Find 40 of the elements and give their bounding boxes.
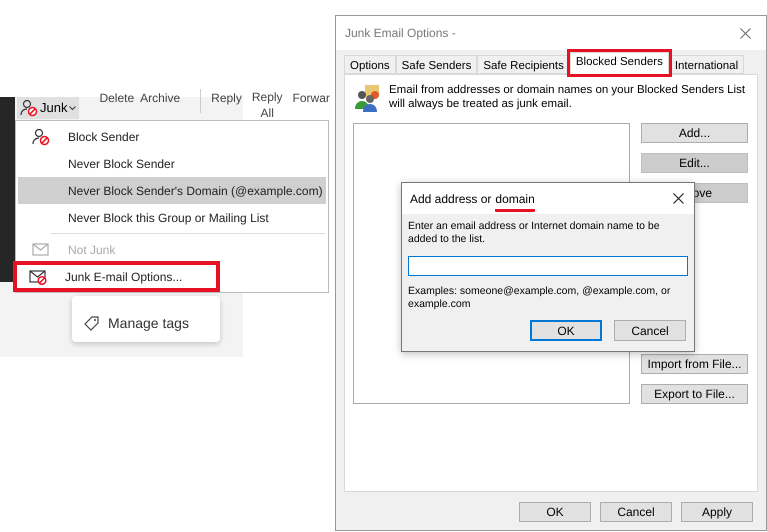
menu-item[interactable]: Never Block Sender's Domain (@example.com) xyxy=(18,177,326,204)
dialog-button[interactable]: Cancel xyxy=(614,320,686,341)
blocked-user-icon xyxy=(32,128,50,146)
examples-text: Examples: someone@example.com, @example.com, or example.com xyxy=(408,285,672,311)
ribbon-command[interactable]: All xyxy=(260,105,274,121)
dialog-button[interactable]: Add... xyxy=(641,123,748,143)
menu-item[interactable]: Block Sender xyxy=(18,123,326,150)
ribbon-command[interactable]: Delete xyxy=(99,89,134,107)
tab[interactable]: Options xyxy=(344,55,396,74)
dialog-button[interactable]: Import from File... xyxy=(641,354,748,374)
tag-icon xyxy=(84,315,100,331)
description-text: Email from addresses or domain names on your Blocked Senders List will always be treated as junk email. xyxy=(389,83,746,112)
ribbon-command[interactable]: Forwar xyxy=(292,89,330,113)
blocked-user-icon xyxy=(20,99,38,117)
menu-item[interactable]: Junk E-mail Options... xyxy=(15,263,218,290)
mail-icon xyxy=(32,242,50,258)
window-title: Junk Email Options - xyxy=(345,25,456,42)
menu-item[interactable]: Never Block Sender xyxy=(18,150,326,177)
tab[interactable]: Blocked Senders xyxy=(570,52,669,74)
address-field[interactable] xyxy=(408,256,688,276)
ribbon-command[interactable]: Archive xyxy=(140,89,180,107)
ribbon-command[interactable]: Reply xyxy=(211,89,242,113)
dialog-button[interactable]: Cancel xyxy=(600,502,672,522)
menu-item[interactable]: Never Block this Group or Mailing List xyxy=(18,204,326,231)
dialog-button[interactable]: OK xyxy=(530,320,602,341)
prompt-text: Enter an email address or Internet domain name to be added to the list. xyxy=(408,220,661,246)
dialog-title: Add address or xyxy=(410,190,492,208)
tab[interactable]: Safe Senders xyxy=(396,55,478,74)
blocked-mail-icon xyxy=(29,268,47,284)
junk-button[interactable]: Junk xyxy=(17,97,80,119)
dialog-button[interactable]: Apply xyxy=(681,502,753,522)
dialog-button[interactable]: Export to File... xyxy=(641,384,748,404)
tab[interactable]: Safe Recipients xyxy=(477,55,570,74)
dialog-button[interactable]: OK xyxy=(519,502,591,522)
caret-icon xyxy=(69,106,76,110)
close-icon[interactable] xyxy=(673,193,684,204)
dialog-title: domain xyxy=(495,190,535,212)
manage-tags-label: Manage tags xyxy=(108,314,189,333)
ribbon-command[interactable]: Reply xyxy=(252,89,283,105)
manage-tags-card[interactable]: Manage tags xyxy=(72,296,220,342)
